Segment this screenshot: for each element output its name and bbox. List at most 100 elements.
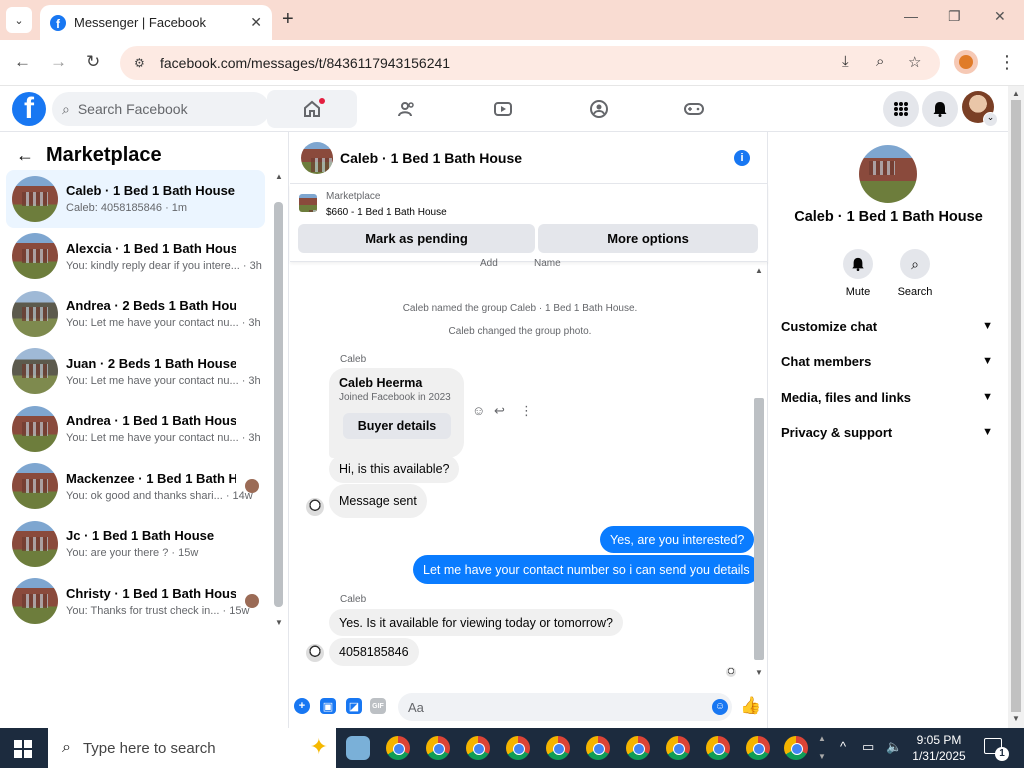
conversation-item[interactable]: Juan · 2 Beds 1 Bath House You: Let me ha…	[6, 343, 265, 401]
notification-center-icon[interactable]: 1	[984, 738, 1009, 761]
back-arrow-icon[interactable]: ←	[16, 145, 34, 166]
account-avatar[interactable]	[962, 91, 998, 127]
profile-icon[interactable]	[954, 50, 978, 74]
group-photo-large[interactable]	[859, 145, 917, 203]
windows-start-icon[interactable]	[14, 740, 32, 758]
sender-avatar[interactable]	[306, 498, 324, 516]
new-tab-icon[interactable]: +	[282, 8, 294, 31]
zoom-icon[interactable]: ⌕	[876, 53, 884, 70]
inbox-scroll-thumb[interactable]	[274, 202, 283, 607]
chrome-icon[interactable]	[386, 736, 410, 760]
conversation-item[interactable]: Mackenzee · 1 Bed 1 Bath Hous... You: ok …	[6, 458, 265, 516]
chrome-icon[interactable]	[746, 736, 770, 760]
reload-icon[interactable]: ↻	[86, 52, 100, 72]
page-scrollbar[interactable]: ▲ ▼	[1008, 86, 1024, 728]
chrome-icon[interactable]	[426, 736, 450, 760]
inbox-scrollbar[interactable]: ▲ ▼	[272, 172, 286, 632]
conversation-item[interactable]: Andrea · 2 Beds 1 Bath House You: Let me …	[6, 285, 265, 343]
more-options-button[interactable]: More options	[538, 224, 758, 253]
more-actions-icon[interactable]: ⋮	[520, 403, 533, 419]
scroll-down-icon[interactable]: ▼	[1012, 714, 1020, 723]
mute-button[interactable]: Mute	[828, 249, 888, 298]
forward-icon[interactable]: →	[50, 52, 67, 72]
conversation-item[interactable]: Alexcia · 1 Bed 1 Bath House You: kindly …	[6, 228, 265, 286]
photo-icon[interactable]: ▣	[320, 698, 336, 714]
taskbar-scroll-arrows[interactable]: ▲ ▼	[818, 730, 826, 766]
conversation-scroll-thumb[interactable]	[754, 398, 764, 660]
chrome-icon[interactable]	[626, 736, 650, 760]
tab-search-dropdown-icon[interactable]: ⌄	[6, 7, 32, 33]
network-icon[interactable]: ▭	[862, 739, 874, 755]
install-app-icon[interactable]: ⤓	[842, 53, 849, 70]
window-close-icon[interactable]: ✕	[994, 8, 1006, 25]
scroll-up-icon[interactable]: ▲	[1012, 89, 1020, 98]
facebook-logo[interactable]: f	[12, 92, 46, 126]
gif-icon[interactable]: GIF	[370, 698, 386, 714]
nav-home[interactable]	[267, 90, 357, 128]
plus-icon[interactable]: +	[294, 698, 310, 714]
react-emoji-icon[interactable]: ☺	[472, 403, 485, 418]
back-icon[interactable]: ←	[14, 52, 31, 72]
system-clock[interactable]: 9:05 PM 1/31/2025	[906, 732, 972, 764]
tab-close-icon[interactable]: ✕	[250, 14, 262, 31]
info-icon[interactable]: i	[734, 150, 750, 166]
media-files-links-section[interactable]: Media, files and links ▼	[781, 381, 993, 413]
page-scroll-thumb[interactable]	[1011, 100, 1021, 712]
incoming-message[interactable]: Yes. Is it available for viewing today o…	[329, 609, 623, 636]
outgoing-message[interactable]: Let me have your contact number so i can…	[413, 555, 760, 584]
conversation-title[interactable]: Caleb · 1 Bed 1 Bath House	[340, 150, 522, 166]
browser-tab-messenger[interactable]: f Messenger | Facebook ✕	[40, 5, 272, 40]
nav-gaming[interactable]	[649, 90, 739, 128]
chrome-icon[interactable]	[466, 736, 490, 760]
buyer-details-button[interactable]: Buyer details	[343, 413, 451, 439]
chrome-icon[interactable]	[666, 736, 690, 760]
emoji-icon[interactable]: ☺	[712, 699, 728, 715]
incoming-message[interactable]: Message sent	[329, 484, 427, 518]
site-info-icon[interactable]: ⚙	[134, 56, 152, 70]
reply-icon[interactable]: ↩	[494, 403, 505, 419]
scroll-up-icon[interactable]: ▲	[275, 172, 283, 181]
chrome-icon[interactable]	[784, 736, 808, 760]
listing-thumbnail[interactable]	[299, 194, 317, 212]
group-photo[interactable]	[301, 141, 333, 174]
sticker-icon[interactable]: ◪	[346, 698, 362, 714]
menu-grid-icon[interactable]	[883, 91, 919, 127]
taskbar-search-input[interactable]: ⌕ Type here to search ✦	[48, 728, 336, 768]
nav-watch[interactable]	[458, 90, 548, 128]
chrome-icon[interactable]	[506, 736, 530, 760]
show-hidden-icons-icon[interactable]: ^	[840, 739, 846, 754]
customize-chat-section[interactable]: Customize chat ▼	[781, 310, 993, 342]
like-thumb-icon[interactable]: 👍	[740, 696, 761, 716]
scroll-down-icon[interactable]: ▼	[755, 668, 763, 677]
mark-as-pending-button[interactable]: Mark as pending	[298, 224, 535, 253]
sender-avatar[interactable]	[306, 644, 324, 662]
incoming-message[interactable]: Hi, is this available?	[329, 455, 460, 483]
conversation-item[interactable]: Caleb · 1 Bed 1 Bath House Caleb: 4058185…	[6, 170, 265, 228]
browser-menu-icon[interactable]: ⋮	[998, 52, 1016, 73]
conversation-item[interactable]: Jc · 1 Bed 1 Bath House You: are your the…	[6, 515, 265, 573]
scroll-up-icon[interactable]: ▲	[755, 266, 763, 275]
listing-price[interactable]: $660 - 1 Bed 1 Bath House	[326, 207, 447, 218]
chrome-icon[interactable]	[546, 736, 570, 760]
search-in-chat-button[interactable]: ⌕ Search	[885, 249, 945, 298]
incoming-message[interactable]: 4058185846	[329, 638, 419, 666]
nav-groups[interactable]	[554, 90, 644, 128]
minimize-icon[interactable]: —	[904, 8, 918, 24]
address-bar[interactable]: ⚙ facebook.com/messages/t/84361179431562…	[120, 46, 940, 80]
chrome-icon[interactable]	[586, 736, 610, 760]
taskbar-app-icon[interactable]	[346, 736, 370, 760]
notifications-bell-icon[interactable]	[922, 91, 958, 127]
privacy-support-section[interactable]: Privacy & support ▼	[781, 416, 993, 448]
restore-icon[interactable]: ❐	[948, 8, 961, 25]
chat-members-section[interactable]: Chat members ▼	[781, 345, 993, 377]
message-input[interactable]: Aa ☺	[398, 693, 732, 721]
bookmark-star-icon[interactable]: ☆	[908, 53, 921, 71]
volume-icon[interactable]: 🔈	[886, 739, 902, 755]
conversation-scrollbar[interactable]: ▲ ▼	[750, 264, 768, 680]
facebook-search-input[interactable]: ⌕ Search Facebook	[52, 92, 270, 126]
conversation-item[interactable]: Christy · 1 Bed 1 Bath House You: Thanks …	[6, 573, 265, 631]
scroll-down-icon[interactable]: ▼	[275, 618, 283, 627]
conversation-item[interactable]: Andrea · 1 Bed 1 Bath House You: Let me h…	[6, 400, 265, 458]
outgoing-message[interactable]: Yes, are you interested?	[600, 526, 755, 553]
chrome-icon[interactable]	[706, 736, 730, 760]
